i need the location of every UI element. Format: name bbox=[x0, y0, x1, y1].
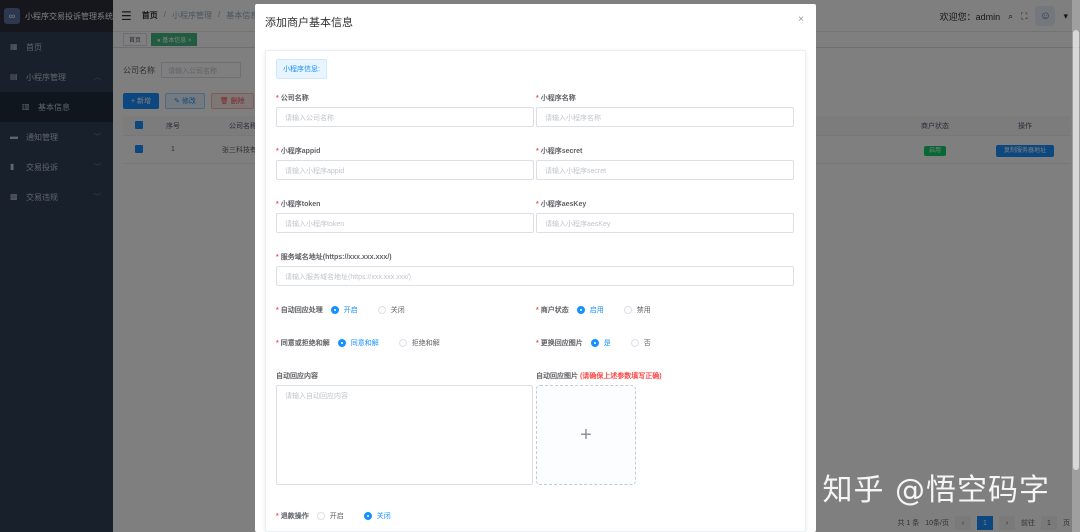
token-input[interactable]: 请输入小程序token bbox=[276, 213, 534, 233]
radio-checked-icon bbox=[576, 306, 585, 314]
add-merchant-dialog: 添加商户基本信息 × 小程序信息: * 公司名称 请输入公司名称 * 小程序名称 请… bbox=[255, 4, 816, 532]
radio-unchecked-icon bbox=[398, 339, 407, 347]
radio-label: 开启 bbox=[343, 307, 358, 314]
radio-label: 拒绝和解 bbox=[411, 340, 440, 347]
radio-unchecked-icon bbox=[316, 512, 325, 520]
radio-label: 关闭 bbox=[376, 513, 391, 520]
radio-label: 否 bbox=[643, 340, 651, 347]
app-name-input[interactable]: 请输入小程序名称 bbox=[536, 107, 794, 127]
replace-image-yes-radio[interactable]: 是 bbox=[590, 338, 611, 348]
appid-label: 小程序appid bbox=[280, 148, 321, 155]
section-tag: 小程序信息: bbox=[276, 59, 327, 79]
app-name-label: 小程序名称 bbox=[540, 95, 576, 102]
auto-content-textarea[interactable]: 请输入自动回应内容 bbox=[276, 385, 533, 485]
plus-icon: + bbox=[580, 423, 592, 446]
radio-checked-icon bbox=[363, 512, 372, 520]
refund-off-radio[interactable]: 关闭 bbox=[363, 511, 391, 521]
company-name-field: * 公司名称 请输入公司名称 bbox=[276, 93, 534, 127]
company-name-label: 公司名称 bbox=[280, 95, 309, 102]
agree-reject-field: * 同意或拒绝和解 同意和解 拒绝和解 bbox=[276, 338, 440, 348]
radio-unchecked-icon bbox=[377, 306, 386, 314]
radio-unchecked-icon bbox=[630, 339, 639, 347]
refund-field: * 退款操作 开启 关闭 bbox=[276, 511, 391, 521]
close-icon[interactable]: × bbox=[798, 14, 804, 25]
aeskey-input[interactable]: 请输入小程序aesKey bbox=[536, 213, 794, 233]
watermark: 知乎 @悟空码字 bbox=[822, 473, 1050, 508]
aeskey-label: 小程序aesKey bbox=[540, 201, 587, 208]
domain-input[interactable]: 请输入服务域名地址(https://xxx.xxx.xxx/) bbox=[276, 266, 794, 286]
replace-image-no-radio[interactable]: 否 bbox=[630, 338, 651, 348]
agree-settle-radio[interactable]: 同意和解 bbox=[337, 338, 379, 348]
auto-process-on-radio[interactable]: 开启 bbox=[330, 305, 358, 315]
dialog-title: 添加商户基本信息 bbox=[265, 17, 353, 29]
page-scrollbar[interactable] bbox=[1072, 0, 1080, 532]
auto-content-field: 自动回应内容 请输入自动回应内容 bbox=[276, 371, 533, 485]
scrollbar-thumb[interactable] bbox=[1073, 30, 1079, 470]
auto-image-field: 自动回应图片 (请确保上述参数填写正确) + bbox=[536, 371, 662, 485]
domain-field: * 服务域名地址(https://xxx.xxx.xxx/) 请输入服务域名地址(… bbox=[276, 252, 794, 286]
merchant-status-field: * 商户状态 启用 禁用 bbox=[536, 305, 651, 315]
refund-label: 退款操作 bbox=[280, 513, 309, 520]
auto-process-label: 自动回应处理 bbox=[280, 307, 323, 314]
merchant-status-label: 商户状态 bbox=[540, 307, 569, 314]
dialog-form-card: 小程序信息: * 公司名称 请输入公司名称 * 小程序名称 请输入小程序名称 * 小程… bbox=[265, 50, 806, 532]
image-upload-box[interactable]: + bbox=[536, 385, 636, 485]
domain-label: 服务域名地址(https://xxx.xxx.xxx/) bbox=[280, 254, 392, 261]
agree-reject-label: 同意或拒绝和解 bbox=[280, 340, 330, 347]
refund-on-radio[interactable]: 开启 bbox=[316, 511, 344, 521]
radio-checked-icon bbox=[330, 306, 339, 314]
radio-unchecked-icon bbox=[623, 306, 632, 314]
reject-settle-radio[interactable]: 拒绝和解 bbox=[398, 338, 440, 348]
radio-label: 开启 bbox=[329, 513, 344, 520]
radio-label: 启用 bbox=[589, 307, 604, 314]
appid-input[interactable]: 请输入小程序appid bbox=[276, 160, 534, 180]
merchant-status-enable-radio[interactable]: 启用 bbox=[576, 305, 604, 315]
secret-input[interactable]: 请输入小程序secret bbox=[536, 160, 794, 180]
auto-process-off-radio[interactable]: 关闭 bbox=[377, 305, 405, 315]
replace-image-label: 更换回应图片 bbox=[540, 340, 583, 347]
token-label: 小程序token bbox=[280, 201, 321, 208]
replace-image-field: * 更换回应图片 是 否 bbox=[536, 338, 651, 348]
auto-image-warning: (请确保上述参数填写正确) bbox=[579, 373, 662, 380]
auto-process-field: * 自动回应处理 开启 关闭 bbox=[276, 305, 405, 315]
radio-label: 是 bbox=[603, 340, 611, 347]
radio-label: 禁用 bbox=[636, 307, 651, 314]
secret-field: * 小程序secret 请输入小程序secret bbox=[536, 146, 794, 180]
radio-label: 关闭 bbox=[390, 307, 405, 314]
radio-checked-icon bbox=[590, 339, 599, 347]
radio-checked-icon bbox=[337, 339, 346, 347]
auto-image-label: 自动回应图片 bbox=[536, 373, 578, 380]
app-name-field: * 小程序名称 请输入小程序名称 bbox=[536, 93, 794, 127]
appid-field: * 小程序appid 请输入小程序appid bbox=[276, 146, 534, 180]
radio-label: 同意和解 bbox=[350, 340, 379, 347]
company-name-input[interactable]: 请输入公司名称 bbox=[276, 107, 534, 127]
secret-label: 小程序secret bbox=[540, 148, 583, 155]
token-field: * 小程序token 请输入小程序token bbox=[276, 199, 534, 233]
merchant-status-disable-radio[interactable]: 禁用 bbox=[623, 305, 651, 315]
auto-content-label: 自动回应内容 bbox=[276, 373, 318, 380]
aeskey-field: * 小程序aesKey 请输入小程序aesKey bbox=[536, 199, 794, 233]
